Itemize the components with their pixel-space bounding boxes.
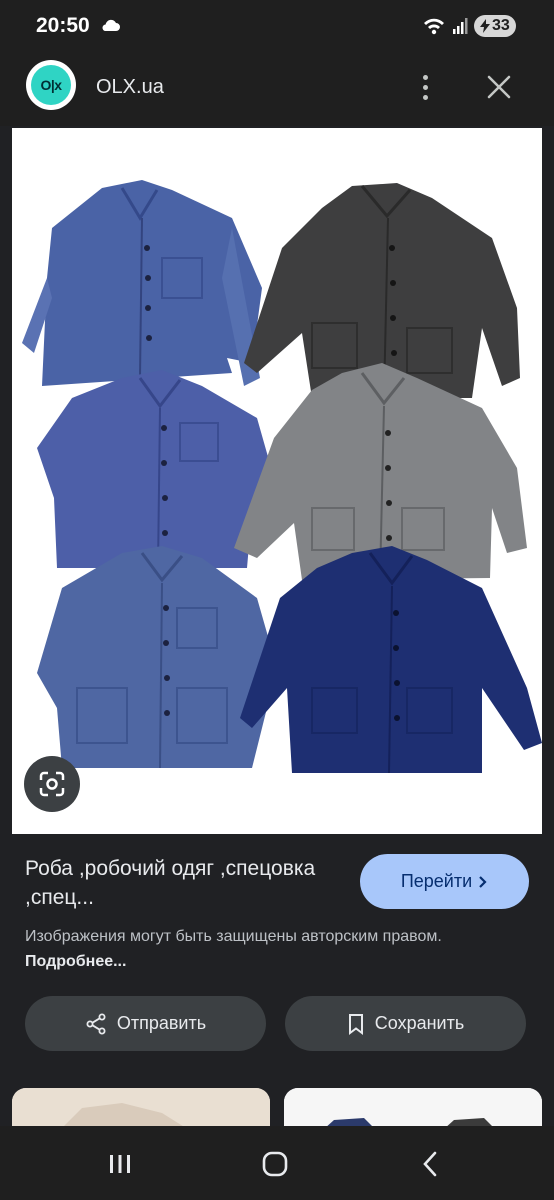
- lens-icon: [39, 771, 65, 797]
- bookmark-icon: [348, 1013, 363, 1035]
- copyright-text: Изображения могут быть защищены авторски…: [25, 928, 442, 945]
- google-lens-button[interactable]: [24, 756, 80, 812]
- dot: [422, 84, 428, 90]
- status-icons: 33: [422, 15, 516, 37]
- jackets-photo: [22, 180, 542, 774]
- share-icon: [86, 1013, 106, 1034]
- result-title[interactable]: Роба ,робочий одяг ,спецовка ,спец...: [25, 854, 345, 912]
- olx-logo-icon: O|x: [31, 65, 71, 105]
- close-icon[interactable]: [484, 72, 514, 102]
- back-icon: [423, 1151, 437, 1177]
- system-navigation-bar: [0, 1126, 554, 1200]
- recent-apps-button[interactable]: [100, 1148, 140, 1180]
- jacket-denim-blue: [37, 546, 277, 769]
- status-bar: 20:50 33: [0, 0, 554, 56]
- wifi-icon: [424, 18, 444, 35]
- share-button-label: Отправить: [116, 1013, 207, 1033]
- jacket-faded-blue-1: [22, 180, 262, 386]
- dot: [422, 74, 428, 80]
- chevron-right-icon: [479, 875, 487, 888]
- battery-level: 33: [492, 17, 510, 34]
- more-options-button[interactable]: [410, 70, 440, 104]
- dot: [422, 94, 428, 100]
- site-logo[interactable]: O|x: [26, 60, 76, 110]
- back-button[interactable]: [410, 1148, 450, 1180]
- status-time: 20:50: [36, 14, 90, 37]
- site-name[interactable]: OLX.ua: [96, 76, 164, 99]
- copyright-notice: Изображения могут быть защищены авторски…: [25, 924, 505, 974]
- result-image[interactable]: [12, 128, 542, 834]
- jacket-grey-tweed: [234, 363, 527, 581]
- visit-button-label: Перейти: [400, 871, 473, 891]
- viewer-header: O|x OLX.ua: [0, 56, 554, 126]
- share-button[interactable]: Отправить: [25, 996, 266, 1051]
- more-info-link[interactable]: Подробнее...: [25, 953, 126, 970]
- recent-apps-icon: [110, 1155, 130, 1173]
- jacket-navy: [240, 546, 542, 774]
- save-button[interactable]: Сохранить: [285, 996, 526, 1051]
- home-icon: [262, 1151, 288, 1177]
- save-button-label: Сохранить: [374, 1013, 465, 1033]
- signal-icon: [453, 18, 468, 34]
- battery-indicator: 33: [474, 15, 516, 37]
- visit-button[interactable]: Перейти: [360, 854, 529, 909]
- charging-bolt-icon: [480, 19, 490, 33]
- cloud-icon: [102, 19, 120, 31]
- home-button[interactable]: [255, 1148, 295, 1180]
